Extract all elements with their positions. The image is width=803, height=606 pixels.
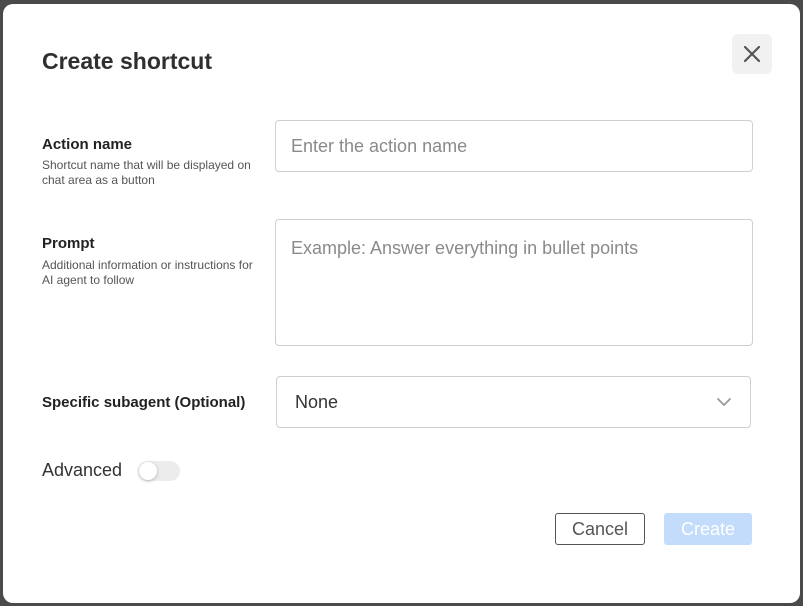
prompt-textarea[interactable] <box>275 219 753 346</box>
close-button[interactable] <box>732 34 772 74</box>
dialog-title: Create shortcut <box>42 48 212 74</box>
prompt-help: Additional information or instructions f… <box>42 258 253 287</box>
advanced-toggle[interactable] <box>138 461 180 481</box>
cancel-button[interactable]: Cancel <box>555 513 645 545</box>
create-button[interactable]: Create <box>664 513 752 545</box>
create-shortcut-dialog: Create shortcut Action name Shortcut nam… <box>3 4 800 603</box>
subagent-label: Specific subagent (Optional) <box>42 394 246 411</box>
close-icon <box>743 45 761 63</box>
action-name-input[interactable] <box>275 120 753 172</box>
prompt-label: Prompt <box>42 235 95 252</box>
subagent-selected-value: None <box>295 391 339 412</box>
chevron-down-icon <box>717 398 731 406</box>
action-name-label: Action name <box>42 136 133 153</box>
advanced-label: Advanced <box>42 460 123 480</box>
toggle-knob <box>139 462 157 480</box>
action-name-help: Shortcut name that will be displayed on … <box>42 158 251 187</box>
subagent-select[interactable]: None <box>276 376 751 428</box>
